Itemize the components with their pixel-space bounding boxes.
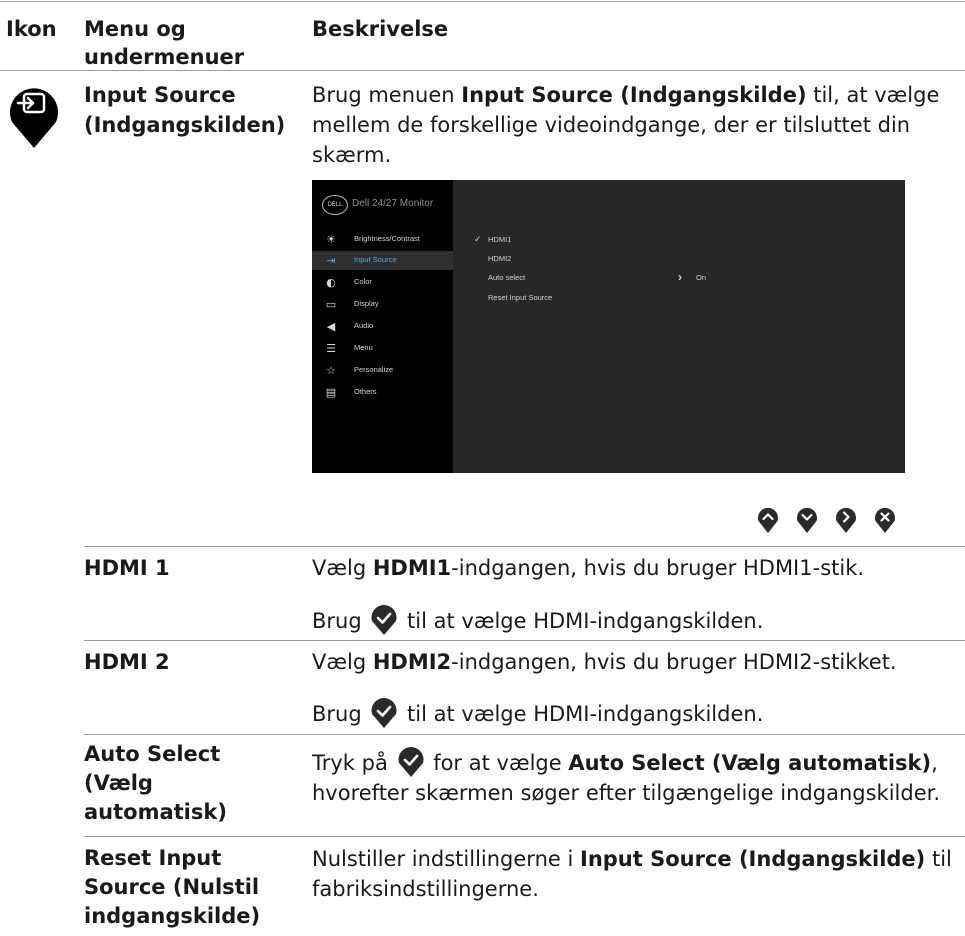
osd-menu-menu[interactable]: ☰ Menu (312, 339, 453, 358)
palette-icon: ◐ (326, 276, 336, 289)
osd-option-hdmi1[interactable]: HDMI1 (488, 235, 511, 244)
row-hdmi1-desc-1: Vælg HDMI1-indgangen, hvis du bruger HDM… (312, 556, 865, 580)
osd-screenshot: DELL Dell 24/27 Monitor ☀ Brightness/Con… (312, 180, 905, 473)
osd-menu-others[interactable]: ▤ Others (312, 383, 453, 402)
header-icon-col: Ikon (6, 17, 57, 41)
row-hdmi2-name: HDMI 2 (84, 650, 170, 674)
header-menu-col: Menu og undermenuer (84, 17, 245, 69)
check-icon: ✓ (474, 234, 482, 244)
row-auto-select-name: Auto Select (Vælg automatisk) (84, 742, 227, 824)
osd-menu-label: Personalize (354, 365, 394, 374)
row-divider (84, 836, 965, 837)
osd-menu-display[interactable]: ▭ Display (312, 295, 453, 314)
row-divider (84, 640, 965, 641)
row-auto-select-desc: Tryk på for at vælge Auto Select (Vælg a… (312, 746, 962, 808)
up-button-icon (758, 507, 778, 533)
top-rule (0, 1, 965, 2)
row-reset-desc: Nulstiller indstillingerne i Input Sourc… (312, 847, 952, 901)
row-hdmi2-desc-1: Vælg HDMI2-indgangen, hvis du bruger HDM… (312, 650, 897, 674)
osd-menu-label: Input Source (354, 255, 397, 264)
input-icon: ⇥ (326, 254, 336, 267)
header-desc-col: Beskrivelse (312, 17, 449, 41)
row-divider (84, 734, 965, 735)
chevron-right-icon: › (678, 270, 682, 284)
row-hdmi2-desc-2: Brug til at vælge HDMI-indgangskilden. (312, 697, 962, 729)
star-icon: ☆ (326, 364, 336, 377)
row-reset-name: Reset Input Source (Nulstil indgangskild… (84, 846, 261, 928)
osd-menu-color[interactable]: ◐ Color (312, 273, 453, 292)
osd-menu-label: Brightness/Contrast (354, 234, 420, 243)
row-hdmi1-desc-2: Brug til at vælge HDMI-indgangskilden. (312, 604, 962, 636)
menu-icon: ☰ (326, 342, 336, 355)
down-button-icon (797, 507, 817, 533)
osd-menu-brightness[interactable]: ☀ Brightness/Contrast (312, 230, 453, 249)
check-button-icon (371, 698, 397, 728)
osd-option-hdmi2[interactable]: HDMI2 (488, 254, 511, 263)
osd-option-reset[interactable]: Reset Input Source (488, 293, 552, 302)
close-button-icon (875, 507, 895, 533)
sun-icon: ☀ (326, 233, 336, 246)
osd-menu-input-source[interactable]: ⇥ Input Source (312, 251, 453, 270)
header-rule (0, 70, 965, 71)
osd-title: Dell 24/27 Monitor (352, 198, 434, 209)
input-source-icon (10, 88, 59, 148)
osd-auto-select-value: On (696, 273, 707, 282)
osd-menu-personalize[interactable]: ☆ Personalize (312, 361, 453, 380)
osd-menu-label: Others (354, 387, 377, 396)
section-title: Input Source (Indgangskilden) (84, 83, 286, 137)
right-button-icon (836, 507, 856, 533)
monitor-icon: ▭ (325, 298, 337, 311)
section-intro: Brug menuen Input Source (Indgangskilde)… (312, 83, 940, 167)
osd-menu-label: Audio (354, 321, 374, 330)
osd-option-auto-select[interactable]: Auto select (488, 273, 525, 282)
speaker-icon: ◀ (326, 320, 336, 333)
row-divider (84, 546, 965, 547)
check-button-icon (398, 747, 424, 777)
osd-menu-label: Color (354, 277, 372, 286)
osd-menu-label: Display (354, 299, 379, 308)
row-hdmi1-name: HDMI 1 (84, 556, 170, 580)
check-button-icon (371, 605, 397, 635)
others-icon: ▤ (325, 386, 337, 399)
dell-logo: DELL (322, 195, 348, 215)
osd-menu-audio[interactable]: ◀ Audio (312, 317, 453, 336)
osd-menu-label: Menu (354, 343, 373, 352)
